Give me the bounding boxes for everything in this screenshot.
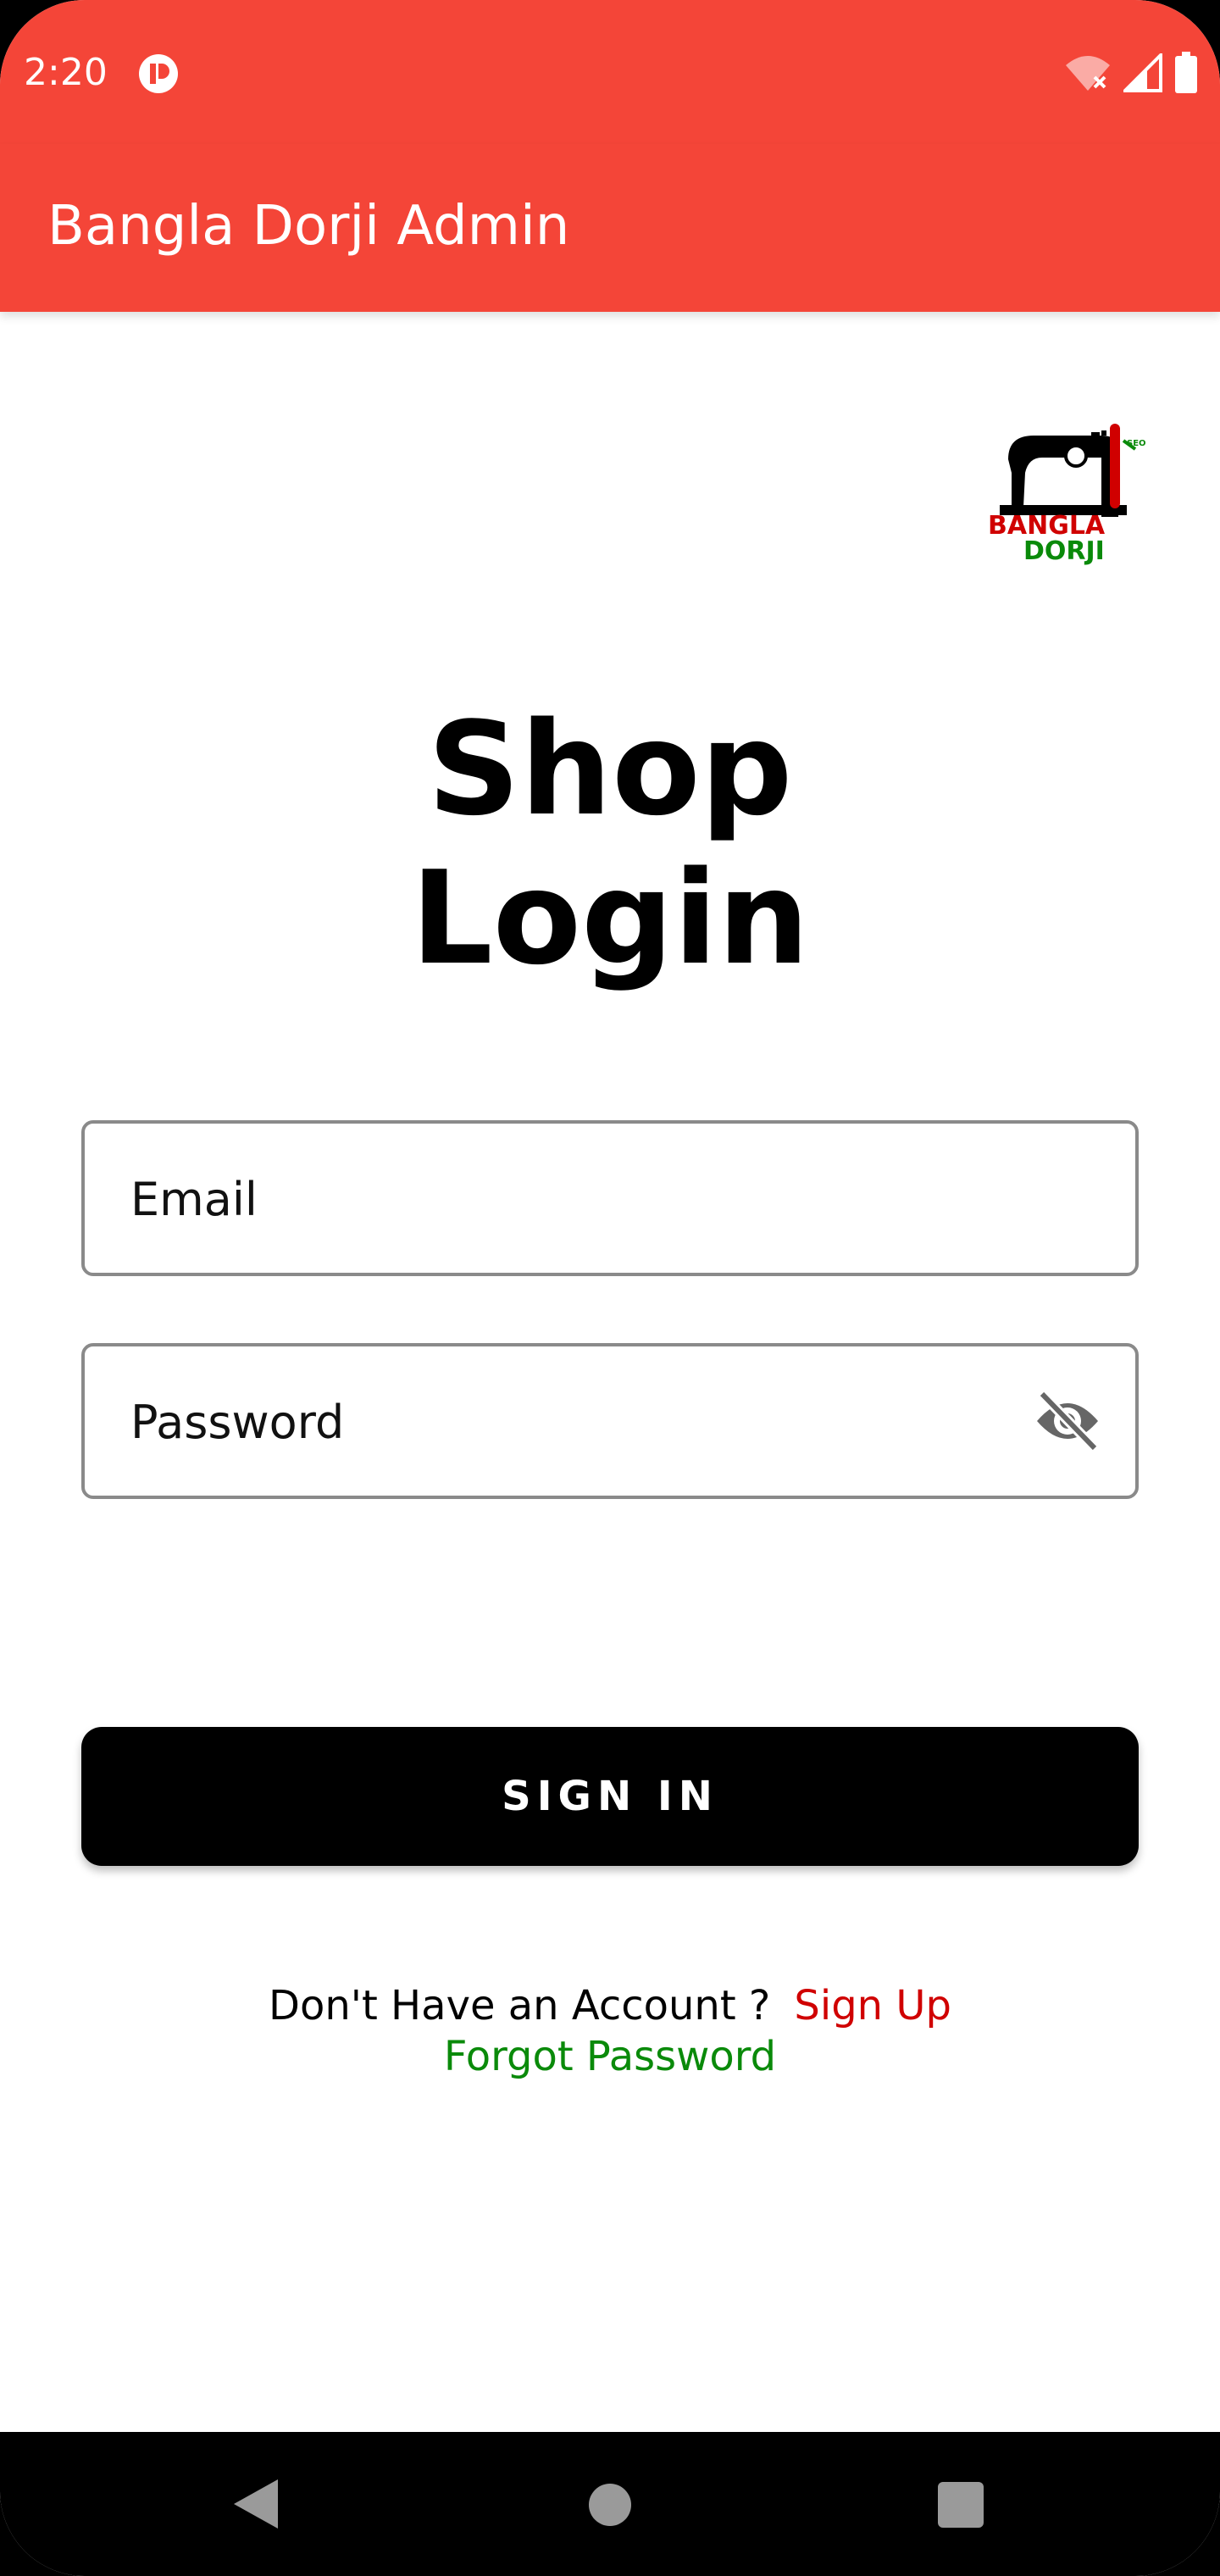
recents-icon[interactable] — [938, 2482, 984, 2528]
app-title: Bangla Dorji Admin — [47, 195, 570, 258]
bangla-dorji-logo: SEO BANGLA DORJI — [988, 424, 1146, 566]
svg-text:SEO: SEO — [1127, 439, 1146, 448]
navigation-bar — [0, 2432, 1220, 2576]
status-time: 2:20 — [24, 51, 108, 94]
status-icons — [1064, 49, 1198, 97]
no-account-text: Don't Have an Account ? — [269, 1982, 771, 2029]
sign-up-link[interactable]: Sign Up — [794, 1982, 951, 2029]
page-title-line-1: Shop — [427, 694, 793, 844]
eye-off-icon[interactable] — [1034, 1389, 1101, 1453]
home-icon[interactable] — [589, 2484, 631, 2526]
forgot-password-row: Forgot Password — [0, 2029, 1220, 2084]
password-input[interactable] — [129, 1346, 1030, 1497]
email-input[interactable] — [129, 1124, 1030, 1274]
back-icon[interactable] — [230, 2476, 281, 2532]
password-field[interactable] — [81, 1343, 1139, 1499]
page-title: Shop Login — [0, 695, 1220, 993]
status-bar: 2:20 — [0, 0, 1220, 144]
notification-app-icon — [139, 54, 178, 93]
account-prompt: Don't Have an Account ? Sign Up — [0, 1979, 1220, 2033]
email-field[interactable] — [81, 1120, 1139, 1276]
forgot-password-link[interactable]: Forgot Password — [444, 2033, 776, 2080]
logo-text-dorji: DORJI — [1023, 536, 1105, 566]
app-bar: Bangla Dorji Admin — [0, 144, 1220, 312]
signal-icon — [1123, 53, 1162, 92]
page-title-line-2: Login — [410, 843, 810, 993]
wifi-off-icon — [1066, 56, 1110, 91]
phone-screen: 2:20 Bangla Dorji Admin SEO BANGLA DORJI… — [0, 0, 1220, 2576]
battery-icon — [1175, 52, 1197, 93]
sign-in-button[interactable]: SIGN IN — [81, 1727, 1139, 1866]
